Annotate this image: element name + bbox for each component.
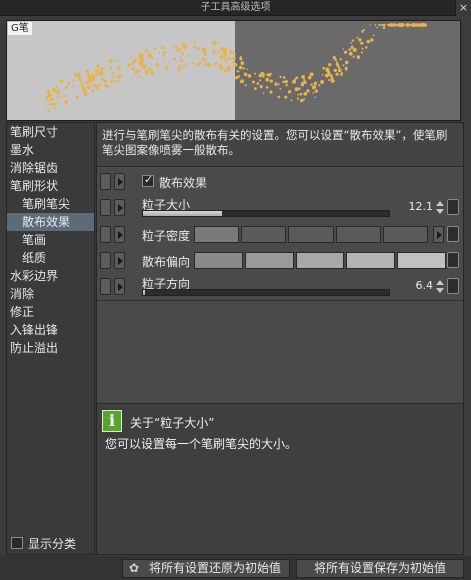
category-sidebar: 笔刷尺寸 墨水 消除锯齿 笔刷形状 笔刷笔尖 散布效果 笔画 纸质 水彩边界 消除 修正 入锋出锋 防止… [6,122,95,555]
checkbox-box[interactable] [11,537,23,549]
sidebar-item[interactable]: 入锋出锋 [7,321,94,339]
density-step[interactable] [288,226,334,243]
lock-toggle[interactable] [100,199,111,216]
sidebar-item[interactable]: 消除 [7,285,94,303]
bias-step[interactable] [244,252,294,269]
sidebar-item[interactable]: 笔刷尺寸 [7,123,94,141]
sidebar-item[interactable]: 散布效果 [7,213,94,231]
expand-icon[interactable] [114,173,125,190]
reset-defaults-button[interactable]: ✿ 将所有设置还原为初始值 [122,559,290,578]
row-particle-size: 粒子大小 12.1 [97,195,463,219]
pressure-settings-button[interactable] [447,226,459,242]
brush-stroke-preview [7,21,460,120]
lock-toggle[interactable] [100,278,111,295]
sidebar-item[interactable]: 修正 [7,303,94,321]
pressure-settings-button[interactable] [447,278,459,294]
row-particle-direction: 粒子方向 6.4 [97,274,463,298]
bias-step[interactable] [346,252,396,269]
sidebar-item[interactable]: 消除锯齿 [7,159,94,177]
density-step[interactable] [335,226,381,243]
bias-step[interactable] [295,252,345,269]
lock-toggle[interactable] [100,173,111,190]
sidebar-item[interactable]: 防止溢出 [7,339,94,357]
close-button[interactable]: × [455,0,471,16]
lock-toggle[interactable] [100,252,111,269]
scatter-effect-label: 散布效果 [159,176,208,190]
window-titlebar: 子工具高级选项 × [0,0,471,16]
spin-arrows-icon[interactable] [435,278,445,294]
expand-icon[interactable] [114,252,125,269]
sidebar-item[interactable]: 水彩边界 [7,267,94,285]
row-particle-density: 粒子密度 [97,222,463,246]
particle-size-slider[interactable] [142,210,390,217]
bias-step[interactable] [397,252,446,269]
sidebar-item[interactable]: 笔画 [7,231,94,249]
scatter-bias-label: 散布偏向 [142,255,191,269]
sidebar-item[interactable]: 纸质 [7,249,94,267]
pressure-settings-button[interactable] [447,199,459,215]
brush-preview: G笔 [6,20,461,121]
density-step[interactable] [382,226,429,243]
stepbar-arrow-icon[interactable] [433,226,444,243]
density-step[interactable] [194,226,240,243]
window-title: 子工具高级选项 [200,2,271,13]
help-text: 您可以设置每一个笔刷笔尖的大小。 [105,437,298,451]
row-scatter-bias: 散布偏向 [97,248,463,272]
lock-toggle[interactable] [100,226,111,243]
particle-density-label: 粒子密度 [142,229,191,243]
particle-direction-slider[interactable] [142,289,390,296]
expand-icon[interactable] [114,278,125,295]
reset-icon: ✿ [129,561,140,575]
info-icon: i [102,410,122,432]
slider-fill [143,290,145,295]
divider [97,300,463,301]
help-panel: i 关于“粒子大小” 您可以设置每一个笔刷笔尖的大小。 [97,403,463,554]
show-category-checkbox[interactable]: 显示分类 [11,535,76,551]
pressure-settings-button[interactable] [447,252,459,268]
bias-step[interactable] [194,252,243,269]
particle-density-stepbar[interactable] [194,226,430,243]
scatter-effect-checkbox[interactable]: ✓ [142,173,154,187]
sidebar-item[interactable]: 笔刷笔尖 [7,195,94,213]
settings-panel: 进行与笔刷笔尖的散布有关的设置。您可以设置“散布效果”，使笔刷笔尖图案像喷雾一般… [96,122,464,555]
row-scatter-effect: ✓ 散布效果 [97,169,463,193]
scatter-bias-stepbar[interactable] [194,252,448,269]
checkmark-icon: ✓ [144,173,154,186]
bottom-bar: ✿ 将所有设置还原为初始值 将所有设置保存为初始值 [0,556,471,580]
spin-arrows-icon[interactable] [435,199,445,215]
preview-brush-name: G笔 [8,22,32,35]
help-title: 关于“粒子大小” [130,416,215,430]
sidebar-item[interactable]: 笔刷形状 [7,177,94,195]
expand-icon[interactable] [114,199,125,216]
particle-direction-value[interactable]: 6.4 [416,279,434,292]
save-defaults-button[interactable]: 将所有设置保存为初始值 [296,559,464,578]
expand-icon[interactable] [114,226,125,243]
particle-size-value[interactable]: 12.1 [409,200,434,213]
sidebar-item[interactable]: 墨水 [7,141,94,159]
show-category-label: 显示分类 [28,536,77,551]
category-description: 进行与笔刷笔尖的散布有关的设置。您可以设置“散布效果”，使笔刷笔尖图案像喷雾一般… [97,123,463,167]
slider-fill [143,211,222,216]
density-step[interactable] [241,226,287,243]
